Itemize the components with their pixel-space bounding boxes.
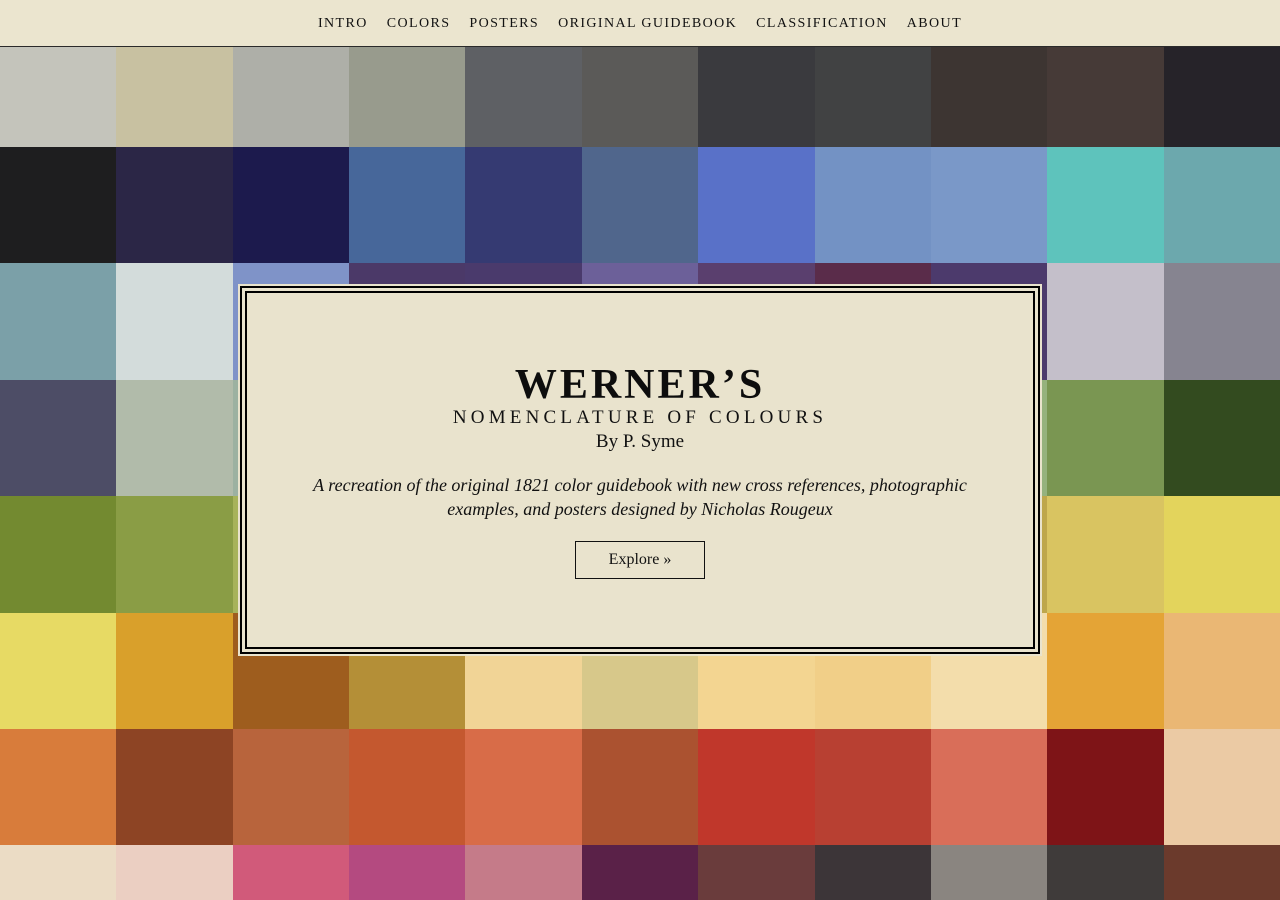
color-swatch	[581, 47, 699, 147]
color-swatch	[0, 379, 117, 497]
color-swatch	[1047, 147, 1164, 264]
hero-description: A recreation of the original 1821 color …	[313, 475, 967, 519]
hero-subtitle: NOMENCLATURE OF COLOURS	[452, 407, 828, 428]
color-swatch	[1163, 728, 1280, 846]
color-swatch	[349, 728, 466, 846]
hero-title: WERNER’S	[514, 362, 766, 408]
color-swatch	[232, 845, 350, 900]
nav-link-colors[interactable]: COLORS	[387, 16, 451, 31]
color-swatch	[465, 728, 582, 846]
nav-item-original-guidebook: ORIGINAL GUIDEBOOK	[558, 14, 737, 32]
color-swatch	[1163, 47, 1280, 147]
color-swatch	[814, 147, 931, 264]
nav-item-intro: INTRO	[318, 14, 368, 32]
color-swatch	[1047, 379, 1164, 497]
color-swatch	[1163, 147, 1280, 264]
nav-item-classification: CLASSIFICATION	[756, 14, 888, 32]
color-swatch	[698, 147, 815, 264]
nav-link-original-guidebook[interactable]: ORIGINAL GUIDEBOOK	[558, 16, 737, 31]
color-swatch	[232, 147, 350, 264]
color-swatch	[1047, 496, 1164, 613]
nav-item-colors: COLORS	[387, 14, 451, 32]
color-swatch	[116, 845, 233, 900]
color-swatch	[0, 612, 117, 729]
color-swatch	[1163, 845, 1280, 900]
color-swatch	[930, 845, 1048, 900]
color-swatch	[232, 47, 350, 147]
color-swatch	[1047, 47, 1164, 147]
color-swatch	[814, 845, 931, 900]
hero-card-inner-border: WERNER’S NOMENCLATURE OF COLOURS By P. S…	[245, 291, 1035, 649]
color-swatch	[0, 147, 117, 264]
nav-item-posters: POSTERS	[469, 14, 539, 32]
nav-link-posters[interactable]: POSTERS	[469, 16, 539, 31]
nav-link-about[interactable]: ABOUT	[907, 16, 962, 31]
color-swatch	[116, 379, 233, 497]
color-swatch	[581, 845, 699, 900]
color-swatch	[0, 496, 117, 613]
color-swatch	[0, 845, 117, 900]
color-swatch	[1163, 263, 1280, 380]
hero-author: By P. Syme	[595, 431, 685, 452]
color-swatch	[116, 47, 233, 147]
color-swatch	[465, 147, 582, 264]
color-swatch	[116, 147, 233, 264]
color-swatch	[1047, 612, 1164, 729]
color-swatch	[116, 263, 233, 380]
color-swatch	[698, 728, 815, 846]
color-swatch	[465, 845, 582, 900]
nav-item-about: ABOUT	[907, 14, 962, 32]
color-swatch	[349, 147, 466, 264]
color-swatch	[116, 496, 233, 613]
color-swatch	[581, 728, 699, 846]
color-swatch	[465, 47, 582, 147]
explore-button[interactable]: Explore »	[575, 541, 705, 579]
color-swatch	[1163, 379, 1280, 497]
color-swatch	[814, 728, 931, 846]
color-swatch	[0, 263, 117, 380]
color-swatch	[698, 845, 815, 900]
color-swatch	[1047, 728, 1164, 846]
color-swatch	[116, 728, 233, 846]
color-swatch	[232, 728, 350, 846]
color-swatch	[1163, 612, 1280, 729]
color-swatch	[814, 47, 931, 147]
nav-list: INTRO COLORS POSTERS ORIGINAL GUIDEBOOK …	[318, 14, 962, 32]
color-swatch	[930, 47, 1048, 147]
color-swatch	[349, 47, 466, 147]
color-swatch	[0, 47, 117, 147]
color-swatch	[1163, 496, 1280, 613]
hero-card: WERNER’S NOMENCLATURE OF COLOURS By P. S…	[238, 284, 1042, 656]
color-swatch	[581, 147, 699, 264]
nav-link-classification[interactable]: CLASSIFICATION	[756, 16, 888, 31]
color-swatch	[0, 728, 117, 846]
color-swatch	[116, 612, 233, 729]
top-navigation: INTRO COLORS POSTERS ORIGINAL GUIDEBOOK …	[0, 0, 1280, 47]
color-swatch	[930, 147, 1048, 264]
color-swatch	[698, 47, 815, 147]
color-swatch	[349, 845, 466, 900]
color-swatch	[1047, 845, 1164, 900]
color-swatch	[1047, 263, 1164, 380]
color-swatch	[930, 728, 1048, 846]
nav-link-intro[interactable]: INTRO	[318, 16, 368, 31]
